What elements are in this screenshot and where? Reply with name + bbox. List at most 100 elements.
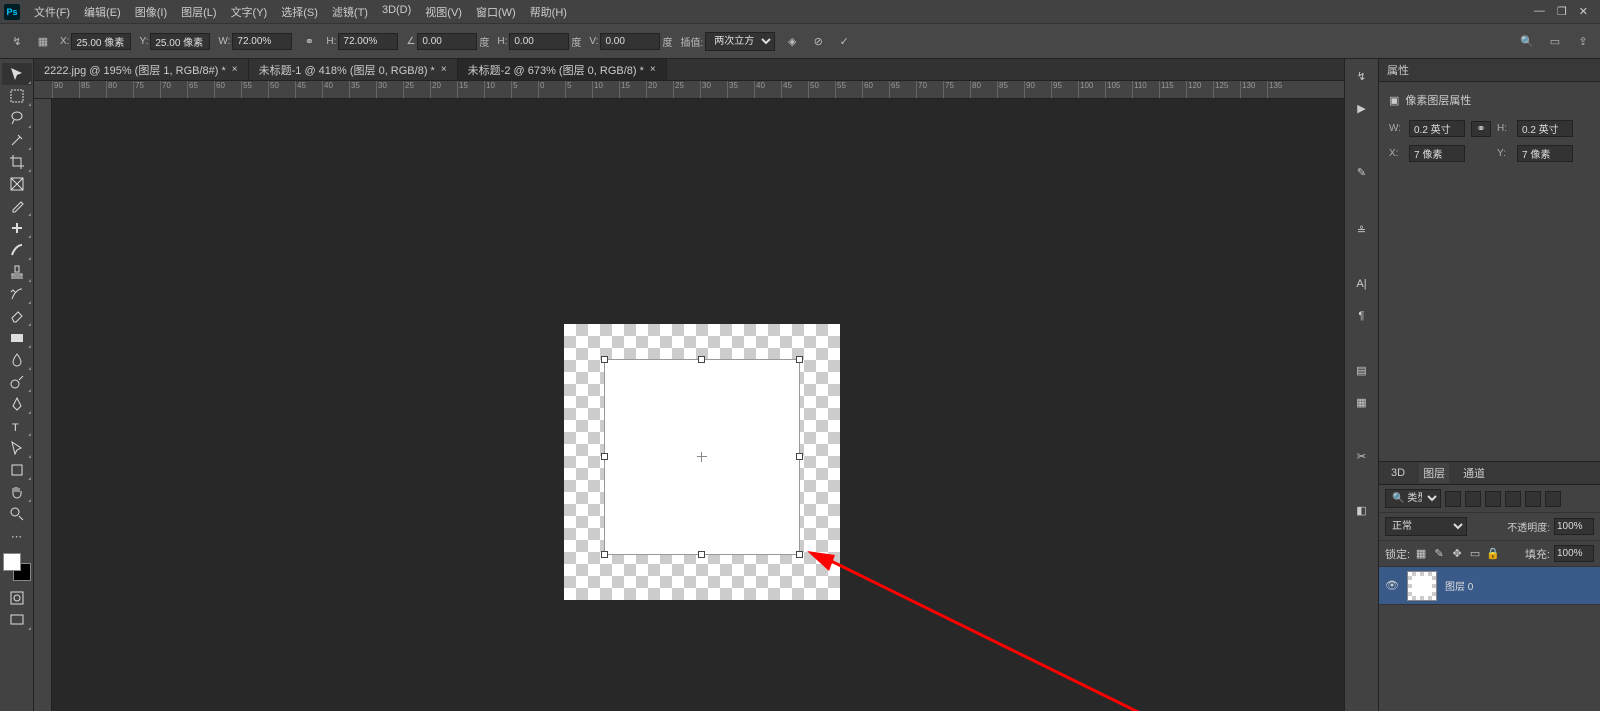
layer-name[interactable]: 图层 0	[1445, 578, 1473, 593]
menu-help[interactable]: 帮助(H)	[524, 1, 573, 23]
transform-tool-icon[interactable]: ↯	[8, 32, 26, 50]
gradient-tool[interactable]	[2, 327, 32, 349]
3d-tab[interactable]: 3D	[1387, 465, 1409, 481]
filter-pixel-icon[interactable]	[1445, 491, 1461, 507]
filter-adjust-icon[interactable]	[1465, 491, 1481, 507]
eraser-tool[interactable]	[2, 305, 32, 327]
menu-layer[interactable]: 图层(L)	[175, 1, 222, 23]
prop-x-input[interactable]	[1409, 145, 1465, 162]
dodge-tool[interactable]	[2, 371, 32, 393]
menu-3d[interactable]: 3D(D)	[376, 1, 417, 23]
move-tool[interactable]	[2, 63, 32, 85]
hand-tool[interactable]	[2, 481, 32, 503]
clone-panel-icon[interactable]: ≗	[1352, 221, 1372, 239]
prop-h-input[interactable]	[1517, 120, 1573, 137]
handle-br[interactable]	[796, 551, 803, 558]
visibility-icon[interactable]: 👁	[1385, 579, 1399, 593]
color-swatches[interactable]	[3, 553, 31, 581]
handle-bl[interactable]	[601, 551, 608, 558]
screenmode-icon[interactable]	[2, 609, 32, 631]
search-icon[interactable]: 🔍	[1518, 32, 1536, 50]
menu-image[interactable]: 图像(I)	[129, 1, 173, 23]
commit-transform-icon[interactable]: ✓	[835, 32, 853, 50]
menu-select[interactable]: 选择(S)	[275, 1, 324, 23]
vertical-ruler[interactable]	[34, 99, 52, 711]
handle-tm[interactable]	[698, 356, 705, 363]
close-tab-icon[interactable]: ×	[441, 64, 447, 75]
blend-mode-select[interactable]: 正常	[1385, 517, 1467, 536]
history-brush-tool[interactable]	[2, 283, 32, 305]
menu-view[interactable]: 视图(V)	[419, 1, 468, 23]
y-input[interactable]	[150, 33, 210, 50]
filter-shape-icon[interactable]	[1505, 491, 1521, 507]
char-panel-icon[interactable]: A|	[1352, 275, 1372, 293]
tools-panel-icon[interactable]: ✂	[1352, 447, 1372, 465]
canvas[interactable]	[52, 99, 1344, 711]
menu-edit[interactable]: 编辑(E)	[78, 1, 127, 23]
handle-tr[interactable]	[796, 356, 803, 363]
w-input[interactable]	[232, 33, 292, 50]
pen-tool[interactable]	[2, 393, 32, 415]
transform-center-icon[interactable]	[697, 452, 707, 462]
handle-mr[interactable]	[796, 453, 803, 460]
share-icon[interactable]: ⇪	[1574, 32, 1592, 50]
properties-tab[interactable]: 属性	[1379, 59, 1600, 82]
edit-toolbar[interactable]: ⋯	[2, 525, 32, 547]
doc-tab-1[interactable]: 2222.jpg @ 195% (图层 1, RGB/8#) *×	[34, 59, 249, 80]
close-tab-icon[interactable]: ×	[232, 64, 238, 75]
menu-window[interactable]: 窗口(W)	[470, 1, 522, 23]
para-panel-icon[interactable]: ¶	[1352, 307, 1372, 325]
interp-select[interactable]: 两次立方	[705, 32, 775, 51]
menu-filter[interactable]: 滤镜(T)	[326, 1, 374, 23]
close-tab-icon[interactable]: ×	[650, 64, 656, 75]
doc-tab-2[interactable]: 未标题-1 @ 418% (图层 0, RGB/8) *×	[249, 59, 458, 80]
h-input[interactable]	[338, 33, 398, 50]
rect-marquee-tool[interactable]	[2, 85, 32, 107]
vskew-input[interactable]	[600, 33, 660, 50]
lasso-tool[interactable]	[2, 107, 32, 129]
brush-tool[interactable]	[2, 239, 32, 261]
warp-icon[interactable]: ◈	[783, 32, 801, 50]
menu-type[interactable]: 文字(Y)	[225, 1, 274, 23]
handle-ml[interactable]	[601, 453, 608, 460]
lock-pixels-icon[interactable]: ▦	[1414, 547, 1428, 561]
link-wh-icon[interactable]: ⚭	[300, 32, 318, 50]
menu-file[interactable]: 文件(F)	[28, 1, 76, 23]
transform-box[interactable]	[604, 359, 800, 555]
type-tool[interactable]: T	[2, 415, 32, 437]
history-panel-icon[interactable]: ↯	[1352, 67, 1372, 85]
layers-tab[interactable]: 图层	[1419, 463, 1449, 483]
shape-tool[interactable]	[2, 459, 32, 481]
heal-tool[interactable]	[2, 217, 32, 239]
filter-toggle-icon[interactable]	[1545, 491, 1561, 507]
fill-input[interactable]	[1554, 545, 1594, 562]
prop-y-input[interactable]	[1517, 145, 1573, 162]
handle-bm[interactable]	[698, 551, 705, 558]
play-icon[interactable]: ▶	[1352, 99, 1372, 117]
x-input[interactable]	[71, 33, 131, 50]
crop-tool[interactable]	[2, 151, 32, 173]
layer-thumb[interactable]	[1407, 571, 1437, 601]
eyedropper-tool[interactable]	[2, 195, 32, 217]
path-select-tool[interactable]	[2, 437, 32, 459]
restore-icon[interactable]: ❐	[1557, 5, 1567, 18]
hskew-input[interactable]	[509, 33, 569, 50]
layer-row[interactable]: 👁 图层 0	[1379, 567, 1600, 605]
channels-tab[interactable]: 通道	[1459, 463, 1489, 483]
stamp-tool[interactable]	[2, 261, 32, 283]
quickmask-icon[interactable]	[2, 587, 32, 609]
foreground-color[interactable]	[3, 553, 21, 571]
lock-artboard-icon[interactable]: ▭	[1468, 547, 1482, 561]
panel-icon-a[interactable]: ▤	[1352, 361, 1372, 379]
arrange-icon[interactable]: ▭	[1546, 32, 1564, 50]
frame-tool[interactable]	[2, 173, 32, 195]
panel-icon-c[interactable]: ◧	[1352, 501, 1372, 519]
panel-icon-b[interactable]: ▦	[1352, 393, 1372, 411]
ref-point-icon[interactable]: ▦	[34, 32, 52, 50]
lock-brush-icon[interactable]: ✎	[1432, 547, 1446, 561]
filter-type-select[interactable]: 🔍 类型	[1385, 489, 1441, 508]
magic-wand-tool[interactable]	[2, 129, 32, 151]
opacity-input[interactable]	[1554, 518, 1594, 535]
angle-input[interactable]	[417, 33, 477, 50]
prop-w-input[interactable]	[1409, 120, 1465, 137]
